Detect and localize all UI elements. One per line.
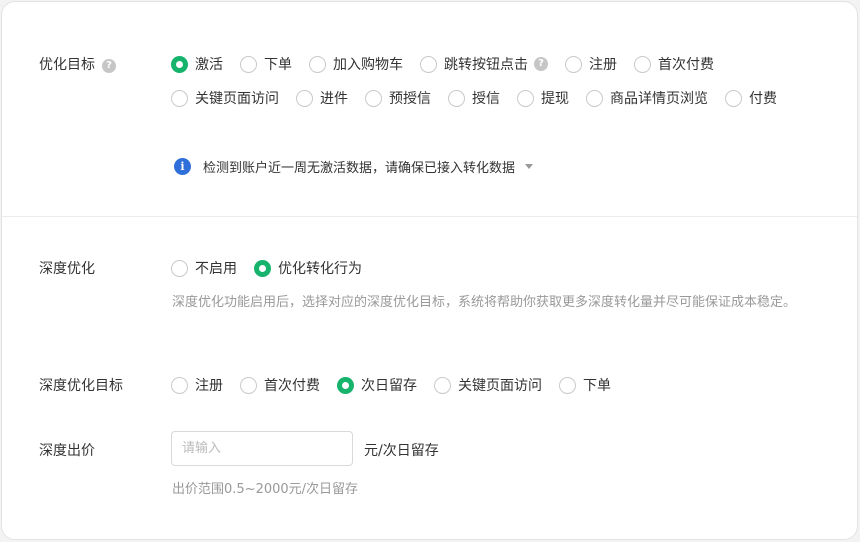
deep-goal-option[interactable]: 首次付费 [240, 375, 320, 395]
optimization-goal-option-label: 首次付费 [658, 57, 714, 73]
optimization-goal-option-label: 提现 [541, 91, 569, 107]
optimization-goal-option-label: 授信 [472, 91, 500, 107]
conversion-data-notice[interactable]: i 检测到账户近一周无激活数据，请确保已接入转化数据 [174, 157, 534, 176]
radio-button[interactable] [337, 376, 354, 394]
deep-goal-option[interactable]: 注册 [171, 375, 223, 395]
radio-button[interactable] [296, 89, 313, 107]
optimization-goal-label: 优化目标? [39, 54, 116, 74]
radio-button[interactable] [434, 376, 451, 394]
radio-button[interactable] [309, 55, 326, 73]
radio-button[interactable] [240, 55, 257, 73]
radio-button[interactable] [240, 376, 257, 394]
deep-goal-label: 深度优化目标 [39, 378, 123, 394]
optimization-goal-option[interactable]: 激活 [171, 54, 223, 74]
optimization-goal-option[interactable]: 加入购物车 [309, 54, 403, 74]
deep-bid-label: 深度出价 [39, 443, 95, 459]
deep-bid-input[interactable] [171, 431, 353, 466]
radio-button[interactable] [171, 259, 188, 277]
optimization-goal-option-label: 跳转按钮点击 [444, 57, 528, 73]
radio-button[interactable] [725, 89, 742, 107]
optimization-goal-option[interactable]: 下单 [240, 54, 292, 74]
optimization-goal-option[interactable]: 授信 [448, 88, 500, 108]
deep-goal-option[interactable]: 关键页面访问 [434, 375, 542, 395]
radio-button[interactable] [634, 55, 651, 73]
notice-text: 检测到账户近一周无激活数据，请确保已接入转化数据 [203, 161, 516, 176]
optimization-goal-option[interactable]: 注册 [565, 54, 617, 74]
optimization-goal-option[interactable]: 商品详情页浏览 [586, 88, 708, 108]
radio-button[interactable] [171, 89, 188, 107]
optimization-goal-option-label: 激活 [195, 57, 223, 73]
radio-button[interactable] [586, 89, 603, 107]
optimization-goal-option[interactable]: 进件 [296, 88, 348, 108]
radio-button[interactable] [254, 259, 271, 277]
deep-optimization-option[interactable]: 不启用 [171, 258, 237, 278]
question-icon[interactable]: ? [534, 57, 548, 71]
deep-bid-range-hint: 出价范围0.5~2000元/次日留存 [172, 482, 359, 497]
optimization-goal-option[interactable]: 付费 [725, 88, 777, 108]
deep-bid-unit: 元/次日留存 [364, 443, 439, 459]
optimization-goal-option-label: 进件 [320, 91, 348, 107]
deep-optimization-description: 深度优化功能启用后，选择对应的深度优化目标，系统将帮助你获取更多深度转化量并尽可… [172, 295, 797, 310]
radio-button[interactable] [517, 89, 534, 107]
deep-optimization-option-label: 优化转化行为 [278, 261, 362, 277]
radio-button[interactable] [565, 55, 582, 73]
optimization-goal-option-label: 预授信 [389, 91, 431, 107]
section-divider [2, 216, 857, 217]
optimization-goal-option-label: 下单 [264, 57, 292, 73]
optimization-goal-option-label: 商品详情页浏览 [610, 91, 708, 107]
deep-goal-option[interactable]: 次日留存 [337, 375, 417, 395]
optimization-goal-option[interactable]: 提现 [517, 88, 569, 108]
deep-optimization-label: 深度优化 [39, 261, 95, 277]
radio-button[interactable] [171, 55, 188, 73]
chevron-down-icon[interactable] [525, 164, 534, 169]
question-icon[interactable]: ? [102, 59, 116, 73]
deep-goal-option-label: 注册 [195, 378, 223, 394]
deep-goal-option-label: 次日留存 [361, 378, 417, 394]
radio-button[interactable] [448, 89, 465, 107]
radio-button[interactable] [171, 376, 188, 394]
info-icon: i [174, 158, 191, 175]
optimization-goal-label-text: 优化目标 [39, 57, 95, 73]
optimization-goal-option[interactable]: 首次付费 [634, 54, 714, 74]
optimization-goal-options-row2: 关键页面访问 进件 预授信 授信 提现 商品详情页浏览 付费 [171, 88, 794, 108]
deep-optimization-options: 不启用 优化转化行为 [171, 258, 379, 278]
deep-goal-options: 注册 首次付费 次日留存 关键页面访问 下单 [171, 375, 628, 395]
radio-button[interactable] [420, 55, 437, 73]
radio-button[interactable] [559, 376, 576, 394]
optimization-goal-option[interactable]: 关键页面访问 [171, 88, 279, 108]
settings-card: 优化目标? 激活 下单 加入购物车 跳转按钮点击? 注册 首次付费 关键页面访问 进件 预授信… [1, 1, 858, 540]
radio-button[interactable] [365, 89, 382, 107]
optimization-goal-option-label: 注册 [589, 57, 617, 73]
deep-goal-option-label: 下单 [583, 378, 611, 394]
optimization-goal-option-label: 关键页面访问 [195, 91, 279, 107]
optimization-goal-option[interactable]: 预授信 [365, 88, 431, 108]
deep-goal-option-label: 关键页面访问 [458, 378, 542, 394]
optimization-goal-option-label: 付费 [749, 91, 777, 107]
optimization-goal-options-row1: 激活 下单 加入购物车 跳转按钮点击? 注册 首次付费 [171, 54, 731, 74]
deep-optimization-option[interactable]: 优化转化行为 [254, 258, 362, 278]
deep-optimization-option-label: 不启用 [195, 261, 237, 277]
deep-goal-option-label: 首次付费 [264, 378, 320, 394]
optimization-goal-option[interactable]: 跳转按钮点击? [420, 54, 548, 74]
deep-goal-option[interactable]: 下单 [559, 375, 611, 395]
optimization-goal-option-label: 加入购物车 [333, 57, 403, 73]
